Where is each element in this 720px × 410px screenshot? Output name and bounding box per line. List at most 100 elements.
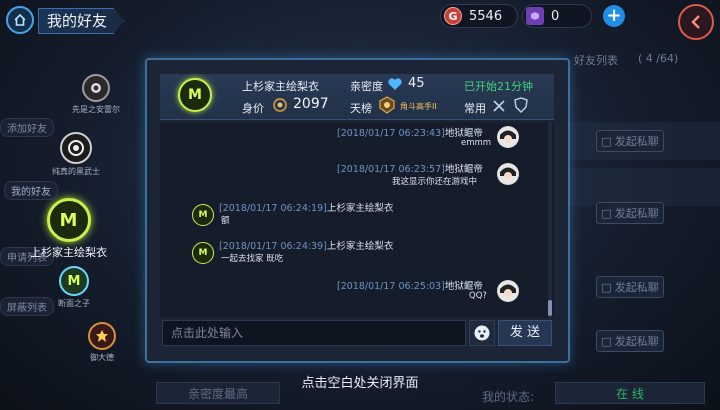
message-meta: [2018/01/17 06:25:03]地狱鲲帝 [337,278,483,292]
private-chat-label: 发起私聊 [614,281,659,294]
sort-button[interactable]: 亲密度最高 [156,382,280,404]
message-sender: 地狱鲲帝 [444,164,483,175]
avatar [497,126,519,148]
send-button[interactable]: 发 送 [498,320,552,346]
add-friend-tab[interactable]: 添加好友 [0,118,54,137]
message-meta: [2018/01/17 06:24:39]上杉家主绘梨衣 [219,238,393,252]
avatar: M [192,242,214,264]
friend-name: 纯真的黑武士 [52,167,100,176]
status-select[interactable]: 在 线 [555,382,705,404]
friend-item[interactable]: 纯真的黑武士 [52,132,100,177]
message-text: 我这显示你还在游戏中 [392,177,478,187]
rank-badge-icon [378,96,396,118]
private-chat-label: 发起私聊 [614,335,659,348]
avatar [497,280,519,302]
chat-bubble-icon: □ [601,134,612,148]
home-button[interactable] [6,6,34,34]
intimacy-label: 亲密度 [350,80,383,93]
chat-bubble-icon: □ [601,334,612,348]
message-meta: [2018/01/17 06:24:19]上杉家主绘梨衣 [219,200,393,214]
chat-log[interactable]: [2018/01/17 06:23:43]地狱鲲帝 emmm [2018/01/… [160,122,554,318]
avatar [497,163,519,185]
chat-bubble-icon: □ [601,206,612,220]
friend-name: 先是之安雷尔 [72,105,120,114]
gem-value: 0 [551,8,560,24]
avatar: M [59,266,89,296]
blocked-tab[interactable]: 屏蔽列表 [0,297,54,316]
intimacy-value: 45 [408,76,425,91]
private-chat-label: 发起私聊 [614,135,659,148]
sort-label: 亲密度最高 [187,386,248,401]
friend-name: 断面之子 [58,299,90,308]
friend-name: 上杉家主绘梨衣 [30,246,107,259]
friend-list-sidebar: 添加好友 我的好友 申请列表 屏蔽列表 先是之安雷尔 纯真的黑武士 M 上杉家主… [0,60,150,400]
message-text: 一起去找家 既吃 [221,254,284,264]
friend-name: 上杉家主绘梨衣 [242,80,319,93]
gold-counter: G 5546 [440,4,518,28]
friend-row [560,168,720,206]
chat-header: 上杉家主绘梨衣 亲密度 45 已开始21分钟 身价 2097 天榜 角斗高手II… [160,74,554,120]
avatar: M [192,204,214,226]
message-timestamp: [2018/01/17 06:25:03] [337,281,445,292]
avatar [60,132,92,164]
message-meta: [2018/01/17 06:23:43]地狱鲲帝 [337,125,483,139]
status-value: 在 线 [616,386,644,401]
gold-value: 5546 [469,8,503,24]
private-chat-button[interactable]: □ 发起私聊 [596,202,664,224]
rank-title: 角斗高手II [400,102,437,111]
message-timestamp: [2018/01/17 06:23:43] [337,128,445,139]
bottom-bar: 亲密度最高 我的状态: 在 线 [150,378,720,410]
back-button[interactable] [678,4,714,40]
friend-count: ( 4 /64) [638,52,679,65]
friend-list-panel: 好友列表 ( 4 /64) □ 发起私聊 □ 发起私聊 □ 发起私聊 □ 发起私… [560,50,720,380]
chat-bubble-icon: □ [601,280,612,294]
private-chat-button[interactable]: □ 发起私聊 [596,276,664,298]
gem-counter: 0 [522,4,592,28]
avatar: M [46,198,91,242]
message-timestamp: [2018/01/17 06:24:39] [219,241,327,252]
add-currency-button[interactable]: + [603,5,625,27]
emoji-button[interactable] [469,320,495,346]
laurel-icon [272,97,288,117]
home-icon [14,13,26,26]
gem-cube-icon [526,7,544,25]
heart-icon [388,76,402,95]
chat-scrollbar[interactable] [548,122,552,318]
private-chat-label: 发起私聊 [614,207,659,220]
message-sender: 上杉家主绘梨衣 [326,241,394,252]
my-status-label: 我的状态: [482,390,535,404]
friend-list-label: 好友列表 [574,54,618,67]
crossed-swords-icon [492,98,506,117]
friend-item-selected[interactable]: M 上杉家主绘梨衣 [30,198,107,260]
rank-label: 天榜 [350,102,372,115]
gold-coin-icon: G [444,7,462,25]
chat-scrollbar-thumb[interactable] [548,300,552,316]
friend-item[interactable]: 先是之安雷尔 [72,74,120,115]
common-label: 常用 [464,102,486,115]
message-timestamp: [2018/01/17 06:23:57] [337,164,445,175]
page-title: 我的好友 [38,8,124,34]
message-text: 额 [221,216,230,226]
message-meta: [2018/01/17 06:23:57]地狱鲲帝 [337,161,483,175]
worth-value: 2097 [293,96,329,112]
emoji-icon [474,325,490,341]
chevron-left-icon [691,15,700,29]
avatar [88,322,116,350]
worth-label: 身价 [242,102,264,115]
friend-name: 御大德 [90,353,114,362]
friend-item[interactable]: 御大德 [88,322,116,363]
shield-icon [514,97,528,117]
message-text: emmm [461,138,492,148]
friend-item[interactable]: M 断面之子 [58,266,90,309]
top-bar: 我的好友 G 5546 0 + [0,0,720,44]
private-chat-button[interactable]: □ 发起私聊 [596,130,664,152]
avatar [82,74,110,102]
message-sender: 上杉家主绘梨衣 [326,203,394,214]
message-timestamp: [2018/01/17 06:24:19] [219,203,327,214]
avatar: M [178,78,212,112]
message-text: QQ? [469,291,487,301]
private-chat-button[interactable]: □ 发起私聊 [596,330,664,352]
plus-icon: + [606,5,622,26]
game-status: 已开始21分钟 [464,80,533,93]
chat-input[interactable]: 点击此处输入 [162,320,466,346]
